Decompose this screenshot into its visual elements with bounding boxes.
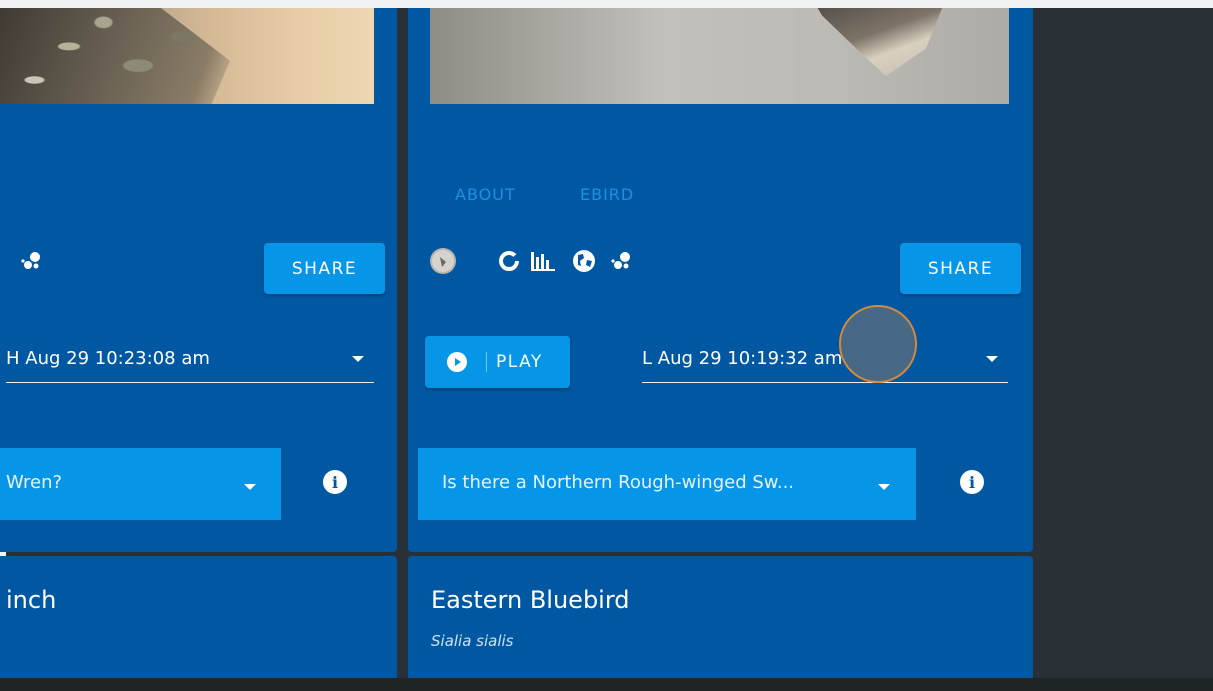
species-card-left: SHARE H Aug 29 10:23:08 am Wren? i: [0, 8, 397, 552]
bar-chart-icon[interactable]: [530, 250, 556, 272]
globe-icon[interactable]: [572, 249, 596, 273]
play-button-label: PLAY: [496, 352, 543, 372]
recording-select-value: H Aug 29 10:23:08 am: [6, 348, 210, 369]
share-button-label: SHARE: [291, 258, 358, 279]
question-select-value: Is there a Northern Rough-winged Sw...: [442, 472, 795, 493]
species-name: inch: [6, 586, 57, 614]
info-icon[interactable]: i: [960, 470, 984, 494]
species-card-right: ABOUT EBIRD SHARE PLAY L Aug 29 10:19:32…: [408, 8, 1033, 552]
card-icon-row-left: [20, 246, 44, 276]
window-bottom-bar: [0, 678, 1213, 691]
chevron-down-icon: [244, 484, 256, 490]
info-icon[interactable]: i: [323, 470, 347, 494]
question-select-value: Wren?: [6, 472, 63, 493]
species-card-bottom-right[interactable]: Eastern Bluebird Sialia sialis: [408, 556, 1033, 678]
play-button-divider: [486, 352, 487, 372]
species-name: Eastern Bluebird: [431, 586, 630, 614]
species-card-bottom-left[interactable]: inch: [0, 556, 397, 678]
bird-avatar-icon[interactable]: [430, 248, 456, 274]
recording-select-left[interactable]: H Aug 29 10:23:08 am: [6, 336, 374, 383]
recording-select-right[interactable]: L Aug 29 10:19:32 am: [642, 336, 1008, 383]
tab-ebird[interactable]: EBIRD: [580, 185, 634, 204]
card-icon-row-right: [430, 246, 634, 276]
share-button-left[interactable]: SHARE: [264, 243, 385, 294]
share-button-label: SHARE: [927, 258, 994, 279]
chevron-down-icon: [986, 356, 998, 362]
scientific-name: Sialia sialis: [431, 632, 514, 650]
bird-photo-right: [430, 8, 1009, 104]
cursor-highlight: [839, 305, 917, 383]
share-button-right[interactable]: SHARE: [900, 243, 1021, 294]
scatter-dots-icon[interactable]: [610, 250, 634, 272]
question-select-right[interactable]: Is there a Northern Rough-winged Sw...: [418, 448, 916, 520]
play-icon: [447, 352, 467, 372]
play-button[interactable]: PLAY: [425, 336, 570, 388]
scatter-dots-icon[interactable]: [20, 250, 44, 272]
recording-select-value: L Aug 29 10:19:32 am: [642, 348, 843, 369]
bird-photo-left: [0, 8, 374, 104]
donut-chart-icon[interactable]: [498, 250, 520, 272]
chevron-down-icon: [878, 484, 890, 490]
tab-about[interactable]: ABOUT: [455, 185, 516, 204]
question-select-left[interactable]: Wren?: [0, 448, 281, 520]
app-canvas: SHARE H Aug 29 10:23:08 am Wren? i ABOUT…: [0, 8, 1213, 678]
chevron-down-icon: [352, 356, 364, 362]
